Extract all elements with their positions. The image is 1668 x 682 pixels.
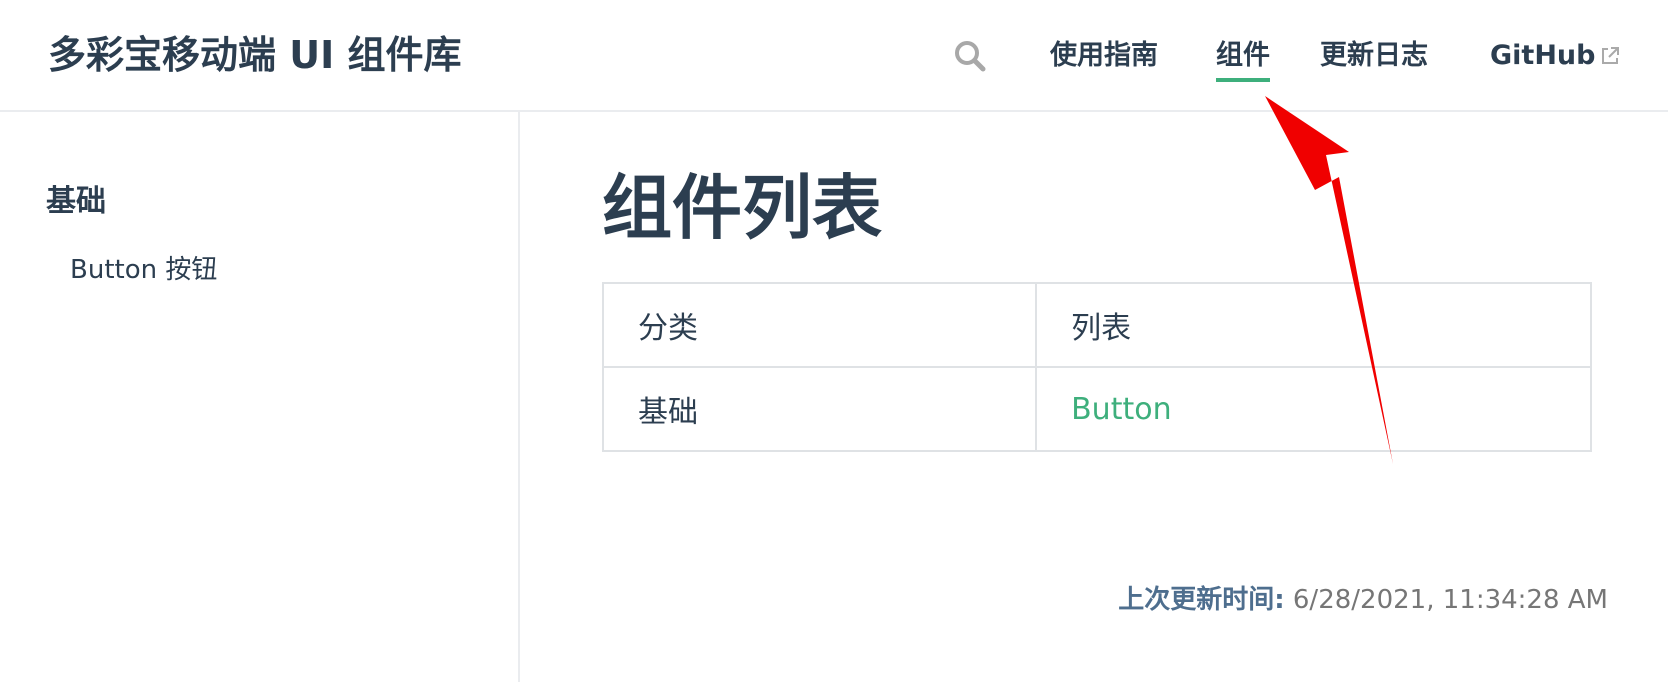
table-header-category: 分类 bbox=[601, 282, 1038, 368]
table-header-row: 分类 列表 bbox=[601, 282, 1592, 368]
page: 多彩宝移动端 UI 组件库 使用指南 组件 更新日志 GitHub 基础 But… bbox=[0, 0, 1668, 682]
table-cell-category: 基础 bbox=[601, 366, 1038, 452]
external-link-icon bbox=[1602, 47, 1619, 64]
site-title[interactable]: 多彩宝移动端 UI 组件库 bbox=[48, 30, 461, 80]
sidebar-item-button[interactable]: Button 按钮 bbox=[70, 250, 217, 290]
component-link-button[interactable]: Button bbox=[1071, 392, 1172, 427]
search-icon[interactable] bbox=[952, 38, 988, 74]
nav-link-components[interactable]: 组件 bbox=[1216, 36, 1270, 82]
table-cell-component: Button bbox=[1035, 366, 1592, 452]
sidebar: 基础 Button 按钮 bbox=[0, 112, 520, 682]
page-title: 组件列表 bbox=[602, 167, 882, 249]
table-header-list: 列表 bbox=[1035, 282, 1592, 368]
sidebar-group-title: 基础 bbox=[46, 184, 106, 219]
nav-link-github[interactable]: GitHub bbox=[1490, 36, 1595, 76]
nav-link-changelog[interactable]: 更新日志 bbox=[1320, 36, 1428, 76]
table-row: 基础 Button bbox=[601, 366, 1592, 452]
last-updated-label: 上次更新时间: bbox=[1118, 585, 1285, 615]
last-updated-time: 6/28/2021, 11:34:28 AM bbox=[1292, 585, 1608, 615]
navbar: 多彩宝移动端 UI 组件库 使用指南 组件 更新日志 GitHub bbox=[0, 0, 1668, 112]
components-table: 分类 列表 基础 Button bbox=[601, 282, 1592, 452]
last-updated: 上次更新时间: 6/28/2021, 11:34:28 AM bbox=[1118, 582, 1608, 618]
nav-link-guide[interactable]: 使用指南 bbox=[1050, 36, 1158, 76]
